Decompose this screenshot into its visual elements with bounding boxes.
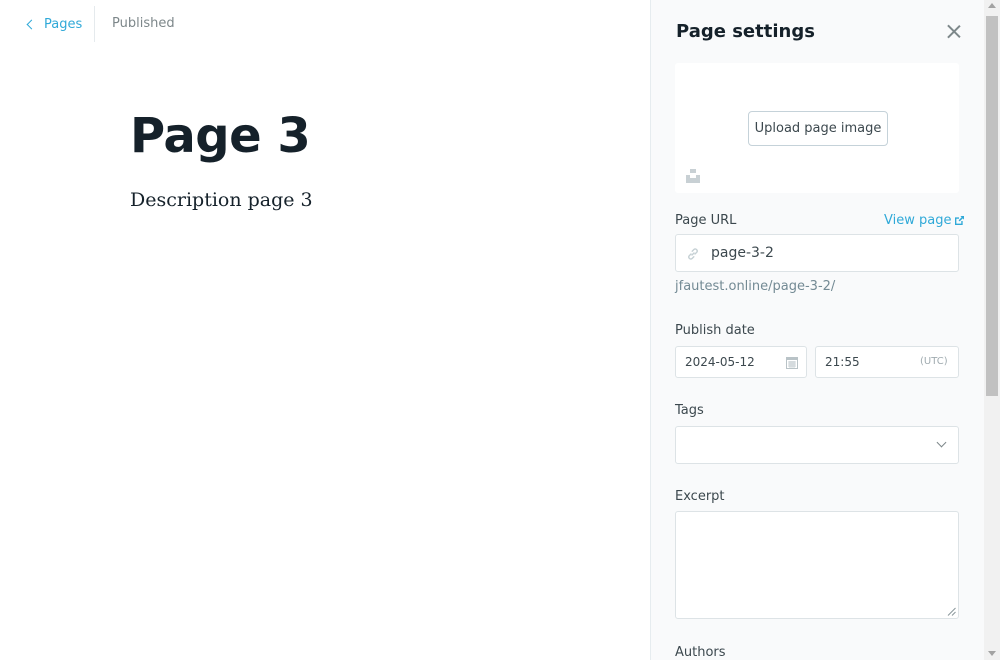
tags-input[interactable] [675,426,959,464]
editor-header: Pages Published [0,0,650,48]
tags-label: Tags [675,403,704,418]
authors-label: Authors [675,645,726,660]
page-url-value: page-3-2 [711,245,774,261]
timezone-label: (UTC) [920,356,948,367]
page-body-editor[interactable]: Description page 3 [130,187,313,214]
chevron-left-icon [26,19,37,29]
publish-time-value: 21:55 [825,355,860,369]
calendar-icon[interactable] [786,356,798,369]
publish-date-input[interactable]: 2024-05-12 [675,346,807,378]
page-title-editor[interactable]: Page 3 [130,108,311,166]
view-page-link[interactable]: View page [884,213,965,228]
scrollbar-thumb[interactable] [986,16,998,396]
publish-date-label: Publish date [675,323,755,338]
resize-handle-icon[interactable] [947,607,956,616]
page-url-input[interactable]: page-3-2 [675,234,959,272]
excerpt-textarea[interactable] [675,511,959,619]
publish-time-input[interactable]: 21:55 (UTC) [815,346,959,378]
settings-panel-title: Page settings [676,21,815,42]
publish-date-value: 2024-05-12 [685,355,755,369]
upload-button-label: Upload page image [754,121,882,136]
page-url-preview: jfautest.online/page-3-2/ [675,279,836,294]
page-url-label: Page URL [675,213,737,228]
close-settings-button[interactable] [943,20,965,42]
publish-status: Published [112,16,175,31]
scroll-up-icon[interactable] [988,3,996,8]
back-to-pages-link[interactable]: Pages [24,15,82,33]
unsplash-icon[interactable] [686,169,700,183]
back-link-label: Pages [44,16,83,32]
chevron-down-icon [936,437,947,448]
external-link-icon [955,216,965,225]
page-image-upload[interactable]: Upload page image [675,63,959,193]
header-divider [94,6,95,42]
upload-page-image-button[interactable]: Upload page image [748,111,888,146]
excerpt-label: Excerpt [675,489,725,504]
view-page-label: View page [884,213,952,228]
link-icon [688,248,698,260]
scroll-down-icon[interactable] [988,651,996,656]
